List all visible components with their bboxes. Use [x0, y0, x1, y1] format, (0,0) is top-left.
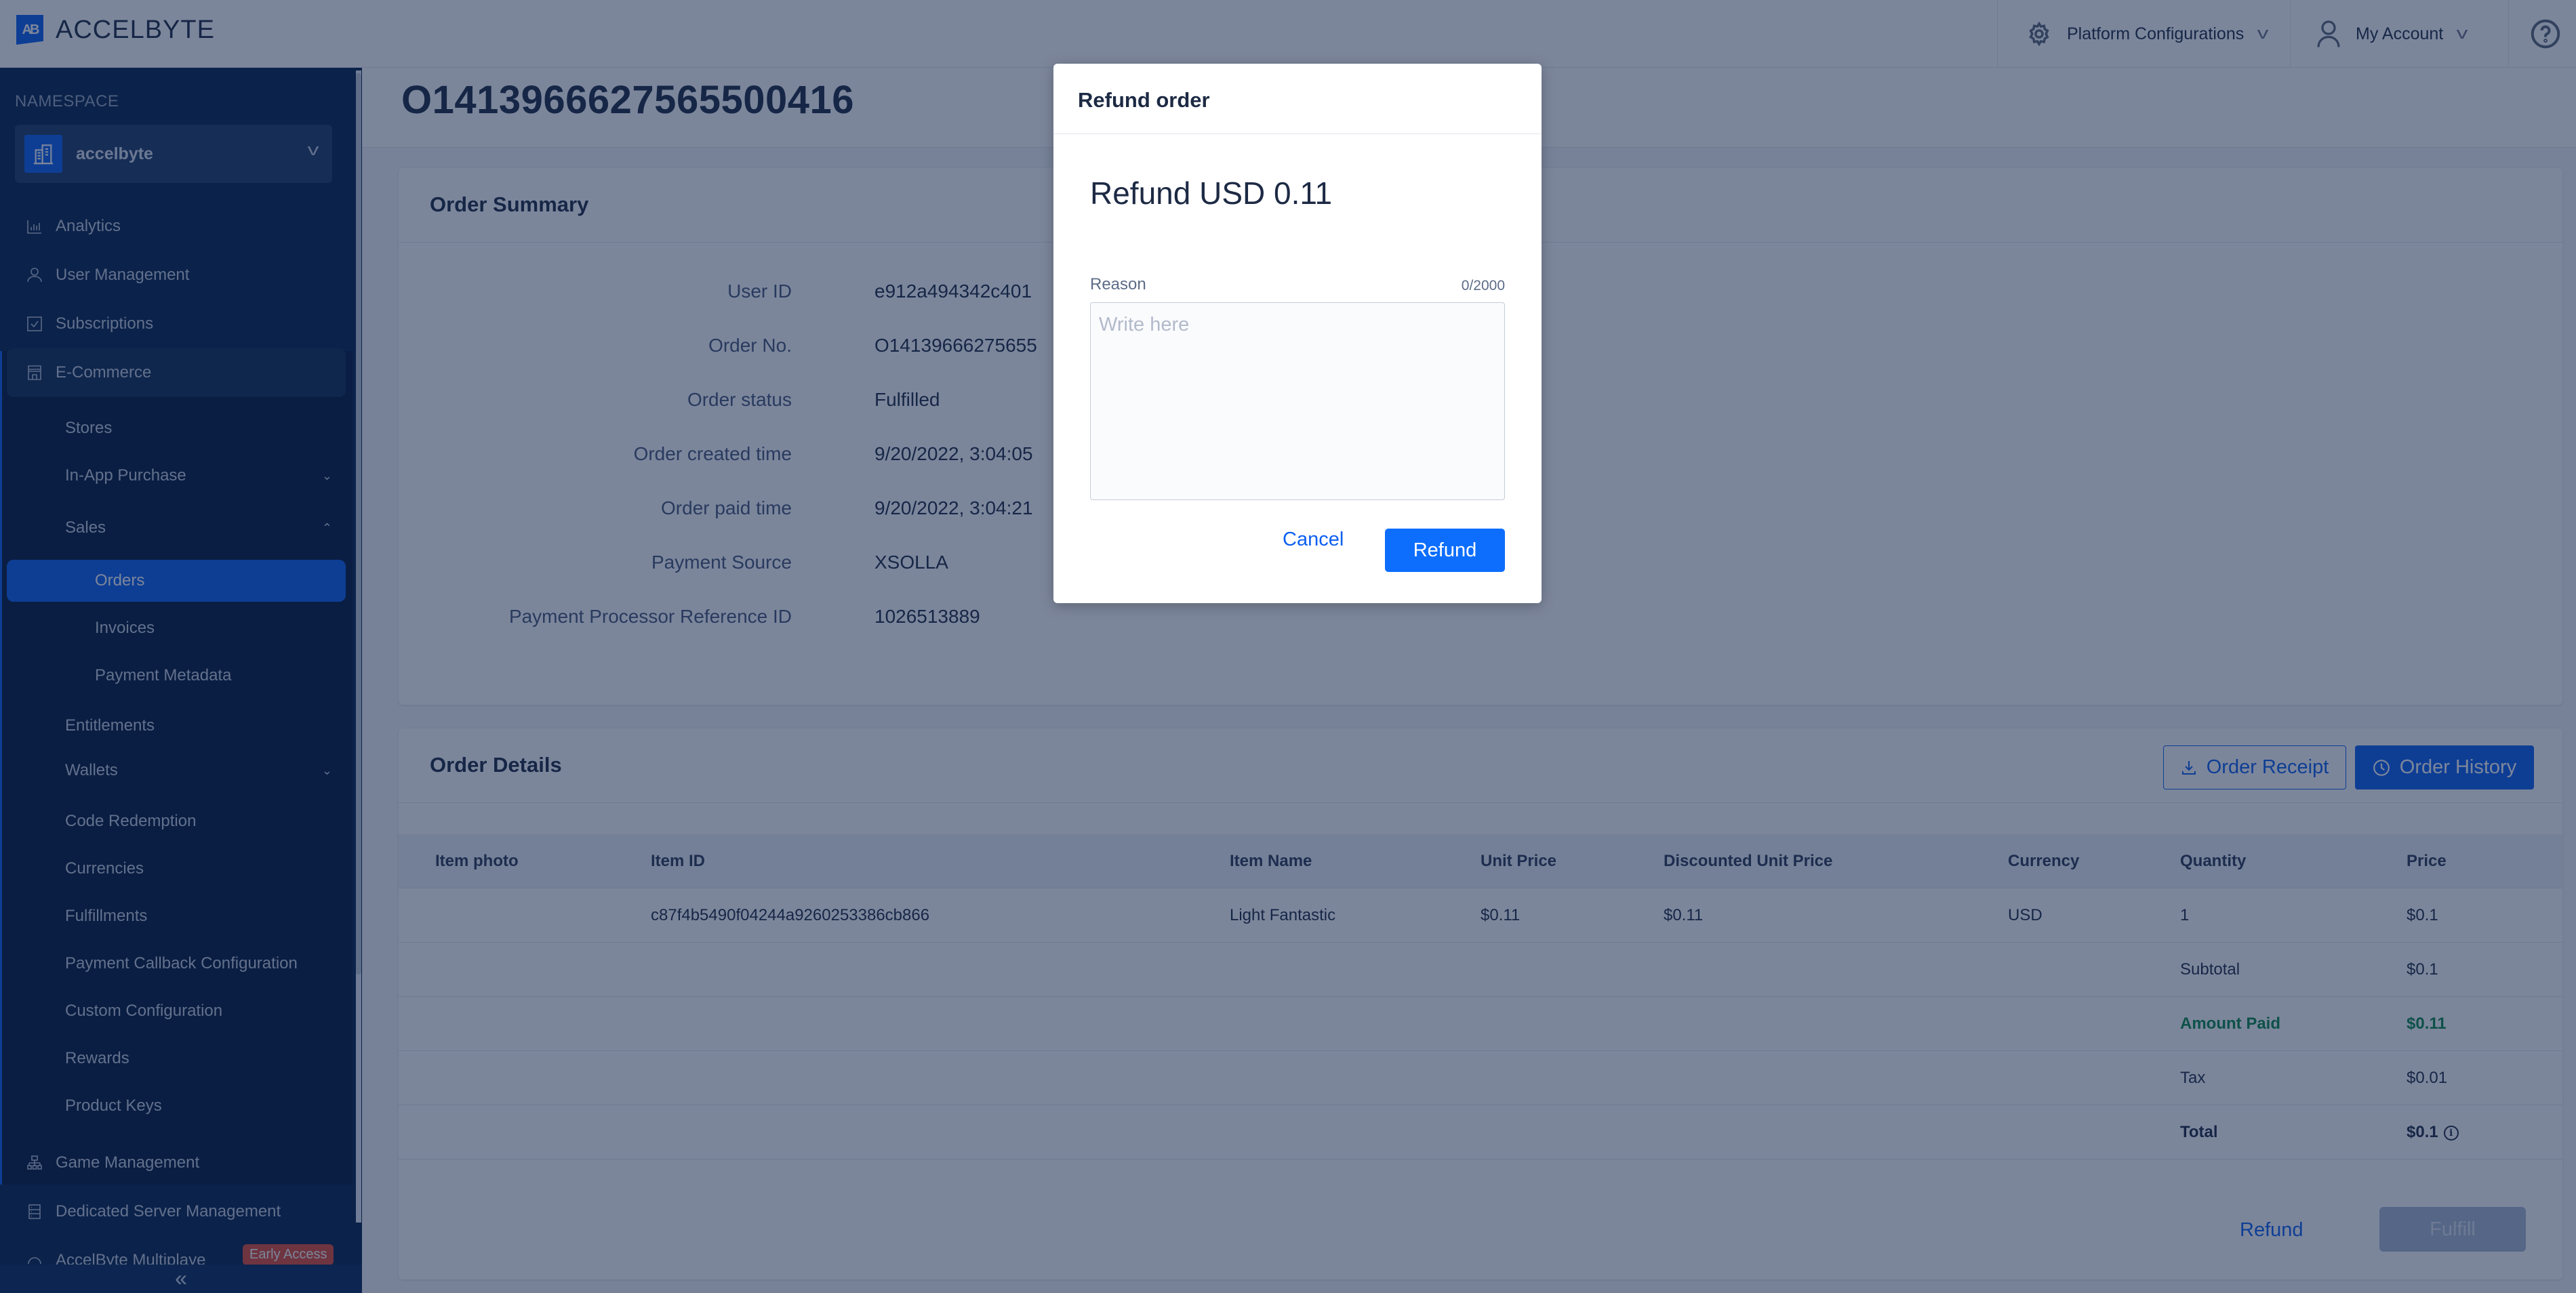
reason-label: Reason: [1090, 275, 1146, 293]
reason-char-count: 0/2000: [1461, 278, 1505, 293]
reason-textarea[interactable]: [1090, 302, 1505, 500]
refund-amount-text: Refund USD 0.11: [1090, 176, 1333, 211]
cancel-button[interactable]: Cancel: [1283, 529, 1344, 551]
refund-button[interactable]: Refund: [1385, 529, 1505, 572]
modal-title: Refund order: [1078, 88, 1210, 112]
modal-header: Refund order: [1053, 64, 1542, 134]
refund-order-modal: Refund order Refund USD 0.11 Reason 0/20…: [1053, 64, 1542, 603]
